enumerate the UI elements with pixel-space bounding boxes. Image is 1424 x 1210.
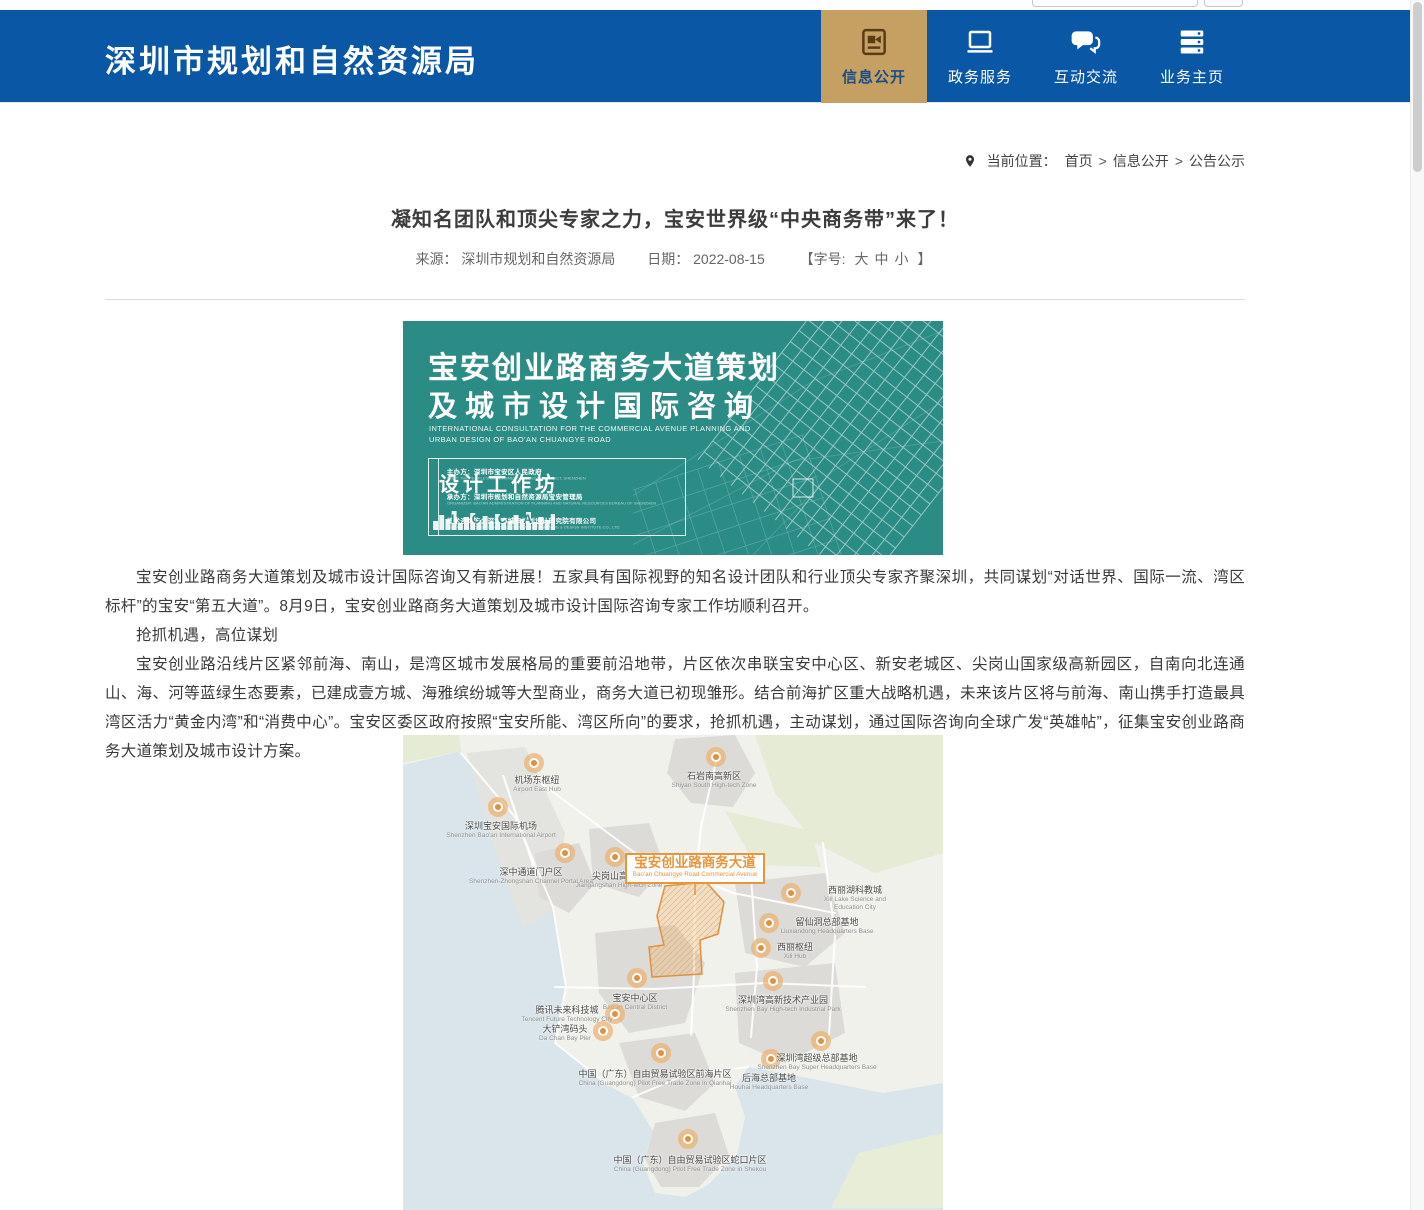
map-marker-label: 后海总部基地Houhai Headquarters Base [730, 1073, 808, 1092]
nav-tab-label: 信息公开 [842, 66, 906, 87]
breadcrumb-separator: > [1099, 153, 1107, 169]
map-marker [711, 752, 721, 762]
map-marker [786, 888, 796, 898]
map-marker-label: 机场东枢纽Airport East Hub [513, 775, 561, 794]
meta-fontsize: 【字号:大中小】 [797, 251, 935, 267]
map-marker [816, 1036, 826, 1046]
breadcrumb-link[interactable]: 公告公示 [1189, 153, 1245, 169]
fontsize-option[interactable]: 大 [855, 251, 869, 267]
breadcrumb-link[interactable]: 信息公开 [1113, 153, 1169, 169]
map-marker-label: 深圳湾高新技术产业园Shenzhen Bay High-tech Industr… [725, 995, 840, 1014]
breadcrumb-link[interactable]: 首页 [1065, 153, 1093, 169]
map-marker [683, 1134, 693, 1144]
map-marker-label: 深中通道门户区Shenzhen-Zhongshan Channel Portal… [469, 867, 593, 886]
map-marker [632, 973, 642, 983]
banner-image: 宝安创业路商务大道策划 及城市设计国际咨询 INTERNATIONAL CONS… [403, 321, 943, 555]
banner-title-line1: 宝安创业路商务大道策划 [428, 343, 780, 387]
breadcrumb-prefix: 当前位置： [987, 153, 1057, 169]
map-marker-label: 中国（广东）自由贸易试验区前海片区China (Guangdong) Pilot… [578, 1069, 731, 1088]
scrollbar[interactable] [1410, 0, 1424, 1210]
fontsize-option[interactable]: 中 [875, 251, 889, 267]
map-marker-label: 石岩南高新区Shiyan South High-tech Zone [672, 771, 757, 790]
banner-subtitle: INTERNATIONAL CONSULTATION FOR THE COMME… [429, 423, 751, 446]
divider [105, 299, 1245, 300]
map-marker [656, 1048, 666, 1058]
workshop-left: 设计工作坊 I C C A [429, 459, 439, 535]
map-marker [766, 1054, 776, 1064]
breadcrumb: 当前位置： 首页 > 信息公开 > 公告公示 [105, 151, 1245, 171]
map-marker [756, 943, 766, 953]
map-marker-label: 中国（广东）自由贸易试验区蛇口片区China (Guangdong) Pilot… [613, 1155, 766, 1174]
breadcrumb-items: 首页 > 信息公开 > 公告公示 [1065, 153, 1245, 169]
map-marker-label: 腾讯未来科技城Tencent Future Technology City [522, 1005, 613, 1024]
meta-date: 日期： 2022-08-15 [647, 251, 765, 267]
location-pin-icon [963, 154, 977, 168]
nav-tab-label: 政务服务 [948, 66, 1012, 87]
site-title: 深圳市规划和自然资源局 [105, 36, 479, 81]
banner-title-line2: 及城市设计国际咨询 [428, 383, 761, 425]
nav-tab-2[interactable]: 政务服务 [927, 10, 1033, 103]
article-paragraph: 宝安创业路商务大道策划及城市设计国际咨询又有新进展！五家具有国际视野的知名设计团… [105, 563, 1245, 621]
nav-tab-1[interactable]: 信息公开 [821, 10, 927, 103]
site-header: 深圳市规划和自然资源局 信息公开 政务服务 互动交流 业务主页 [0, 10, 1410, 103]
page-title: 凝知名团队和顶尖专家之力，宝安世界级“中央商务带”来了！ [105, 203, 1245, 232]
header-nav: 信息公开 政务服务 互动交流 业务主页 [821, 10, 1245, 103]
fontsize-option[interactable]: 小 [895, 251, 909, 267]
workshop-acronym: I C C A [429, 512, 561, 526]
map-marker [610, 1009, 620, 1019]
meta-source: 来源： 深圳市规划和自然资源局 [415, 251, 615, 267]
map-marker-label: 西丽湖科教城Xili Lake Science and Education Ci… [811, 885, 899, 913]
server-icon [1177, 27, 1207, 57]
document-icon [859, 27, 889, 57]
chat-icon [1071, 27, 1101, 57]
nav-tab-label: 互动交流 [1054, 66, 1118, 87]
workshop-box: 设计工作坊 I C C A 主办方：深圳市宝安区人民政府HOST: THE PE… [428, 458, 686, 536]
laptop-icon [965, 27, 995, 57]
article-meta: 来源： 深圳市规划和自然资源局 日期： 2022-08-15 【字号:大中小】 [105, 249, 1245, 269]
page: 深圳市规划和自然资源局 信息公开 政务服务 互动交流 业务主页 当前位置： 首页 > 信息公… [0, 0, 1424, 1210]
map-markers: 机场东枢纽Airport East Hub 深圳宝安国际机场Shenzhen Ba… [403, 735, 943, 1210]
map-marker [764, 918, 774, 928]
map-marker [598, 1026, 608, 1036]
map-marker-label: 留仙洞总部基地Liuxiandong Headquarters Base [781, 917, 874, 936]
search-button[interactable] [1204, 0, 1243, 7]
scrollbar-thumb[interactable] [1413, 2, 1422, 172]
map-marker [529, 758, 539, 768]
article-paragraph: 抢抓机遇，高位谋划 [105, 621, 1245, 650]
map-marker-label: 西丽枢纽Xili Hub [777, 942, 813, 961]
map-marker [768, 976, 778, 986]
nav-tab-4[interactable]: 业务主页 [1139, 10, 1245, 103]
workshop-title: 设计工作坊 [439, 468, 559, 497]
map-marker [560, 848, 570, 858]
breadcrumb-separator: > [1175, 153, 1183, 169]
search-input[interactable] [1032, 0, 1198, 7]
map-highlight-label: 宝安创业路商务大道 Bao'an Chuangye Road Commercia… [625, 853, 765, 884]
map-marker [493, 802, 503, 812]
nav-tab-3[interactable]: 互动交流 [1033, 10, 1139, 103]
map-marker [610, 852, 620, 862]
map-image: 机场东枢纽Airport East Hub 深圳宝安国际机场Shenzhen Ba… [403, 735, 943, 1210]
map-marker-label: 深圳宝安国际机场Shenzhen Bao'an International Ai… [446, 821, 555, 840]
map-marker-label: 大铲湾码头Da Chan Bay Pier [539, 1024, 591, 1043]
nav-tab-label: 业务主页 [1160, 66, 1224, 87]
